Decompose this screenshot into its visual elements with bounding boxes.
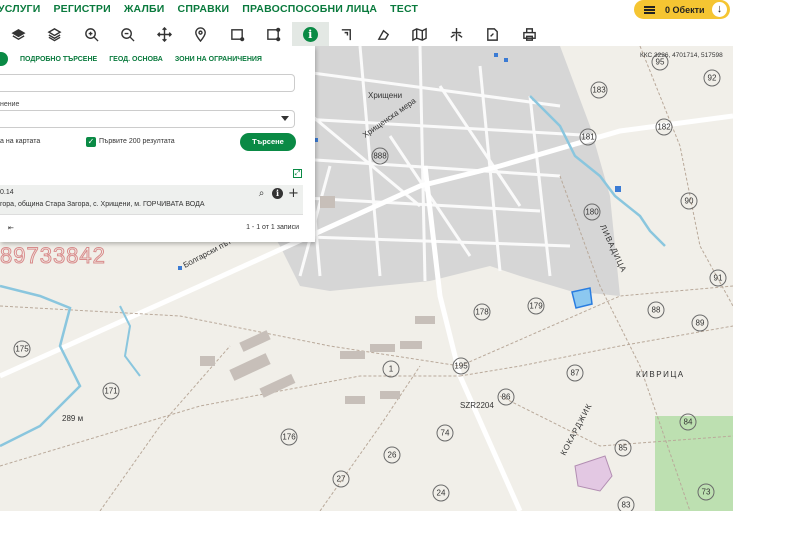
tab-detailed-search[interactable]: ПОДРОБНО ТЪРСЕНЕ (20, 56, 97, 63)
first-page-icon[interactable]: ⇤ (8, 224, 14, 232)
lot-number: 888 (373, 152, 387, 161)
zoom-out-icon[interactable] (110, 22, 147, 46)
search-icon[interactable]: ⌕ (256, 188, 267, 199)
on-map-label: а на картата (0, 138, 41, 145)
split-icon[interactable] (438, 22, 475, 46)
lot-number: 24 (437, 489, 446, 498)
search-button[interactable]: Търсене (240, 133, 296, 151)
lot-number: 85 (619, 444, 628, 453)
lot-number: 182 (657, 123, 671, 132)
lot-number: 87 (571, 369, 580, 378)
add-icon[interactable]: + (288, 187, 299, 200)
info-tool-button[interactable]: i (292, 22, 329, 46)
map-toolbar: i (0, 22, 560, 46)
nav-item-complaints[interactable]: ЖАЛБИ (124, 3, 165, 15)
lot-number: 180 (585, 208, 599, 217)
locality-kivritsa: КИВРИЦА (636, 370, 685, 379)
lot-number: 74 (441, 429, 450, 438)
measure-icon[interactable] (365, 22, 402, 46)
layers-icon[interactable] (0, 22, 37, 46)
lot-number: 178 (475, 308, 489, 317)
document-icon[interactable] (475, 22, 512, 46)
objects-button[interactable]: 0 Обекти ↓ (634, 0, 730, 19)
lot-number: 84 (684, 418, 693, 427)
lot-number: 171 (104, 387, 118, 396)
lot-number: 89 (696, 319, 705, 328)
zoom-in-icon[interactable] (73, 22, 110, 46)
select-rect-icon[interactable] (219, 22, 256, 46)
nav-item-references[interactable]: СПРАВКИ (178, 3, 230, 15)
map-icon[interactable] (402, 22, 439, 46)
nav-item-services[interactable]: УСЛУГИ (0, 3, 40, 15)
objects-label: 0 Обекти (665, 4, 705, 15)
lot-number: 83 (622, 501, 631, 510)
search-panel: ПОДРОБНО ТЪРСЕНЕ ГЕОД. ОСНОВА ЗОНИ НА ОГ… (0, 46, 315, 242)
road-label: SZR2204 (460, 401, 494, 410)
result-row[interactable]: 0.14 гора, община Стара Загора, с. Хрище… (0, 185, 303, 215)
crop-icon[interactable] (329, 22, 366, 46)
locality-kokardzhik: КОКАРДЖИК (559, 402, 594, 457)
selected-parcel[interactable] (571, 287, 593, 309)
tab-restriction-zones[interactable]: ЗОНИ НА ОГРАНИЧЕНИЯ (175, 56, 262, 63)
print-icon[interactable] (511, 22, 548, 46)
pager-count: 1 - 1 от 1 записи (246, 224, 299, 231)
nav-item-licensed-persons[interactable]: ПРАВОСПОСОБНИ ЛИЦА (242, 3, 377, 15)
lot-number: 88 (652, 306, 661, 315)
layers-stack-icon[interactable] (37, 22, 74, 46)
first200-checkbox[interactable]: ✓ (86, 137, 96, 147)
select-rect-2-icon[interactable] (256, 22, 293, 46)
lot-number: 179 (529, 302, 543, 311)
lot-number: 91 (714, 274, 723, 283)
lot-number: 181 (581, 133, 595, 142)
lot-number: 1 (389, 365, 394, 374)
lot-number: 92 (708, 74, 717, 83)
chevron-down-icon (281, 116, 289, 121)
top-navigation: УСЛУГИ РЕГИСТРИ ЖАЛБИ СПРАВКИ ПРАВОСПОСО… (0, 0, 800, 20)
lot-number: 176 (282, 433, 296, 442)
tab-geodetic-base[interactable]: ГЕОД. ОСНОВА (109, 56, 163, 63)
lot-number: 73 (702, 488, 711, 497)
green-area (655, 416, 733, 511)
download-icon[interactable]: ↓ (712, 2, 727, 17)
search-field[interactable] (0, 74, 295, 92)
location-pin-icon[interactable] (183, 22, 220, 46)
pan-icon[interactable] (146, 22, 183, 46)
result-id: 0.14 (0, 189, 14, 196)
coordinates-readout: ККС 3226, 4701714, 517598 (640, 52, 723, 59)
first200-label: Първите 200 резултата (99, 138, 175, 145)
lot-number: 90 (685, 197, 694, 206)
nav-item-test[interactable]: ТЕСТ (390, 3, 418, 15)
village-label: Хрищени (368, 91, 402, 100)
elevation-label: 289 м (62, 414, 83, 423)
app: УСЛУГИ РЕГИСТРИ ЖАЛБИ СПРАВКИ ПРАВОСПОСО… (0, 0, 800, 533)
lot-number: 27 (337, 475, 346, 484)
nav-item-registers[interactable]: РЕГИСТРИ (53, 3, 110, 15)
result-address: гора, община Стара Загора, с. Хрищени, м… (0, 201, 205, 208)
menu-icon (644, 5, 655, 14)
lot-number: 195 (454, 362, 468, 371)
highlight-parcel (574, 455, 613, 492)
lot-number: 183 (592, 86, 606, 95)
info-icon: i (302, 26, 318, 42)
tab-indicator (0, 52, 8, 66)
select-label: нение (0, 101, 20, 108)
info-icon[interactable]: i (272, 188, 283, 199)
lot-number: 175 (15, 345, 29, 354)
lot-number: 86 (502, 393, 511, 402)
parcel-number-overlay: 89733842 (0, 243, 106, 269)
lot-number: 26 (388, 451, 397, 460)
type-select[interactable] (0, 110, 295, 128)
expand-icon[interactable]: ⤢ (293, 169, 302, 178)
